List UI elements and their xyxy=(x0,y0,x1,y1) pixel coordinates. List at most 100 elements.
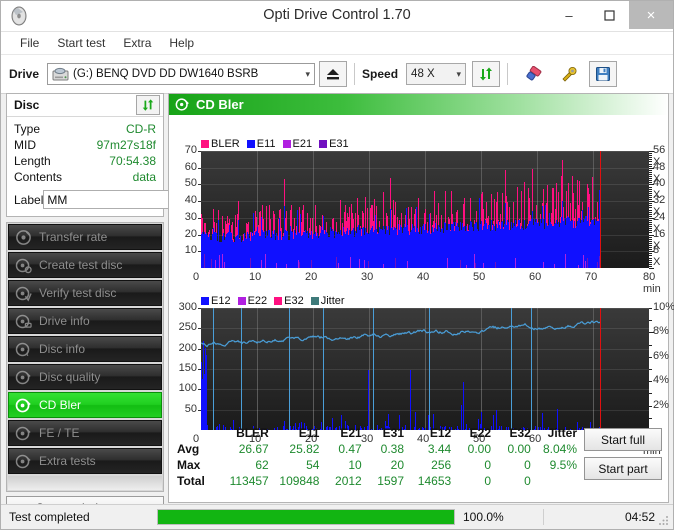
chevron-down-icon[interactable]: ▾ xyxy=(457,64,462,84)
x-tick-label: 80 min xyxy=(643,271,661,295)
window-controls: – × xyxy=(549,1,673,29)
maximize-button[interactable] xyxy=(589,1,629,29)
chevron-down-icon[interactable]: ▾ xyxy=(306,64,311,84)
save-button[interactable] xyxy=(589,61,618,87)
y2-tick xyxy=(649,176,652,177)
sidebar-item-fe-te[interactable]: FE / TE xyxy=(8,420,162,446)
y-tick xyxy=(198,234,201,236)
eject-button[interactable] xyxy=(319,61,348,87)
y2-tick xyxy=(649,418,652,419)
speed-select[interactable]: 48 X ▾ xyxy=(406,63,467,85)
max-e11: 54 xyxy=(306,458,320,472)
maximize-icon xyxy=(603,9,615,21)
y2-tick xyxy=(649,193,652,194)
bar-bler xyxy=(248,222,249,234)
sidebar-item-extra-tests[interactable]: Extra tests xyxy=(8,448,162,474)
menu-extra[interactable]: Extra xyxy=(114,34,160,52)
y2-tick xyxy=(649,228,652,229)
bar-bler xyxy=(513,202,514,223)
y2-tick xyxy=(649,224,652,225)
y2-tick xyxy=(649,258,652,259)
bar-bler xyxy=(395,202,396,228)
sidebar-item-disc-quality[interactable]: Disc quality xyxy=(8,364,162,390)
y2-tick xyxy=(649,357,652,358)
bar-bler xyxy=(509,206,510,231)
sidebar-item-create-test-disc[interactable]: Create test disc xyxy=(8,252,162,278)
menu-start-test[interactable]: Start test xyxy=(48,34,114,52)
max-e22: 0 xyxy=(484,458,492,472)
legend-label: E21 xyxy=(292,138,313,150)
bler-plot-area[interactable] xyxy=(201,151,649,268)
bar-bler xyxy=(340,200,341,230)
legend-swatch-bler xyxy=(201,140,209,148)
y2-tick xyxy=(649,201,654,202)
bar-bler xyxy=(270,218,271,237)
y-tick-label: 100 xyxy=(178,382,197,395)
max-e32: 0 xyxy=(524,458,531,472)
menu-file[interactable]: File xyxy=(11,34,48,52)
legend-swatch-e21 xyxy=(282,140,291,148)
y2-tick xyxy=(649,255,652,256)
bar-bler xyxy=(284,178,285,207)
y-tick-label: 20 xyxy=(184,227,197,240)
speed-value: 48 X xyxy=(411,68,435,80)
avg-e21: 0.47 xyxy=(338,442,362,456)
total-e22: 0 xyxy=(484,474,492,488)
erase-button[interactable] xyxy=(521,61,550,87)
close-button[interactable]: × xyxy=(629,1,673,29)
disc-refresh-button[interactable] xyxy=(136,95,160,115)
sidebar-item-disc-info[interactable]: i Disc info xyxy=(8,336,162,362)
start-full-button[interactable]: Start full xyxy=(584,428,662,451)
drive-select[interactable]: (G:) BENQ DVD DD DW1640 BSRB ▾ xyxy=(47,63,316,85)
bar-bler xyxy=(229,219,230,225)
sidebar-item-drive-info[interactable]: Drive info xyxy=(8,308,162,334)
e12-jitter-plot-area[interactable] xyxy=(201,308,649,430)
legend-label: E22 xyxy=(247,295,268,307)
bar-bler xyxy=(367,207,368,233)
y2-tick-label: 8% xyxy=(653,325,669,338)
resize-grip-icon[interactable] xyxy=(658,514,670,526)
bar-bler xyxy=(558,191,559,222)
y2-tick xyxy=(649,197,652,198)
bar-bler xyxy=(457,210,458,223)
drive-value: (G:) BENQ DVD DD DW1640 BSRB xyxy=(73,68,259,80)
refresh-drive-button[interactable] xyxy=(472,61,501,87)
legend-swatch-jitter xyxy=(310,297,319,305)
bar-bler xyxy=(418,198,419,233)
avg-e22: 0.00 xyxy=(467,442,492,456)
x-tick-label: 60 xyxy=(529,271,542,283)
y-tick xyxy=(198,151,201,152)
y-tick-label: 50 xyxy=(184,177,197,190)
title-bar: Opti Drive Control 1.70 – × xyxy=(1,1,673,32)
bar-bler xyxy=(562,160,563,201)
sidebar-label: Drive info xyxy=(39,314,90,328)
tools-button[interactable] xyxy=(555,61,584,87)
bar-bler xyxy=(390,177,391,210)
start-part-button[interactable]: Start part xyxy=(584,457,662,480)
col-jitter: Jitter xyxy=(547,426,577,440)
y2-tick xyxy=(649,222,652,223)
x-tick-label: 50 xyxy=(473,271,486,283)
panel-title: CD Bler xyxy=(196,97,244,112)
y-tick-label: 300 xyxy=(178,301,197,313)
bar-bler xyxy=(556,183,557,220)
test-nav-list: Transfer rate Create test disc Verify te… xyxy=(6,222,164,492)
sidebar-item-transfer-rate[interactable]: Transfer rate xyxy=(8,224,162,250)
legend-swatch-e12 xyxy=(201,297,209,305)
table-header-row: BLER E11 E21 E31 E12 E22 E32 Jitter xyxy=(175,425,579,441)
x-tick-label: 10 xyxy=(249,271,262,283)
y-tick-label: 40 xyxy=(184,194,197,207)
col-e21: E21 xyxy=(340,426,362,440)
minimize-button[interactable]: – xyxy=(549,1,589,29)
bar-bler xyxy=(349,206,350,231)
legend-swatch-e32 xyxy=(274,297,283,305)
sidebar-item-verify-test-disc[interactable]: Verify test disc xyxy=(8,280,162,306)
legend-item-jitter: Jitter xyxy=(310,295,345,307)
y-tick-label: 150 xyxy=(178,362,197,374)
bar-bler xyxy=(524,182,525,221)
total-e32: 0 xyxy=(524,474,531,488)
total-e11: 109848 xyxy=(279,474,320,488)
menu-help[interactable]: Help xyxy=(160,34,203,52)
end-marker-line xyxy=(600,308,601,430)
sidebar-item-cd-bler[interactable]: CD Bler xyxy=(8,392,162,418)
